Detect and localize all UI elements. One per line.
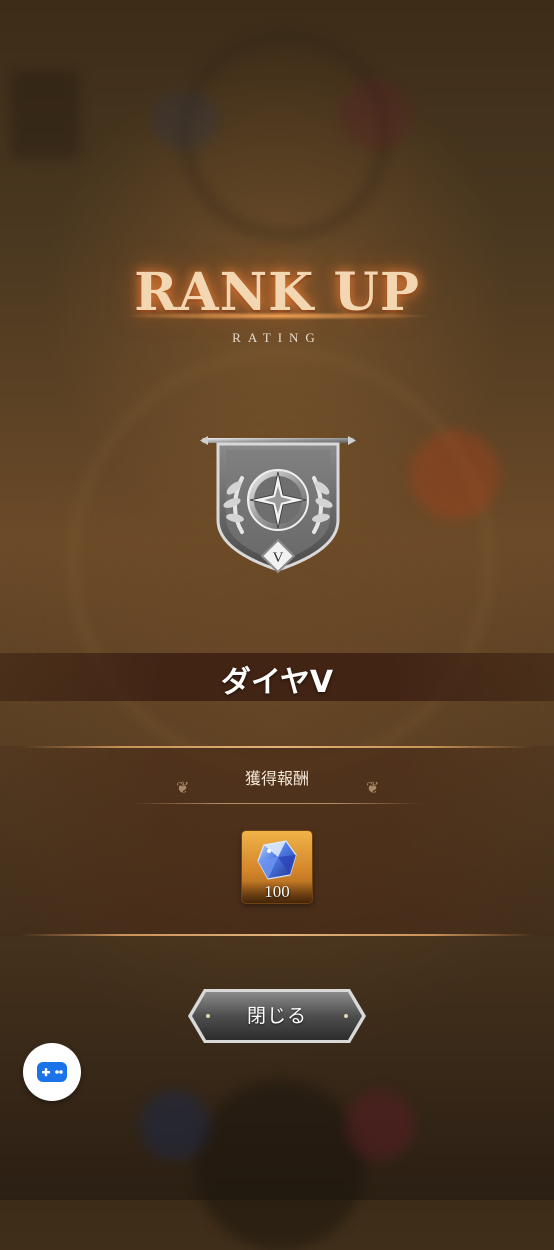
divider-bottom bbox=[20, 934, 534, 936]
divider-top bbox=[20, 746, 534, 748]
title-glow bbox=[120, 312, 434, 320]
gamepad-icon bbox=[37, 1062, 67, 1082]
close-label: 閉じる bbox=[246, 1005, 307, 1027]
reward-count: 100 bbox=[264, 882, 290, 901]
background-card bbox=[10, 70, 80, 160]
close-button[interactable]: 閉じる bbox=[186, 987, 368, 1045]
rank-emblem-icon: V bbox=[200, 436, 356, 574]
background-orb bbox=[410, 430, 500, 520]
label-underline bbox=[130, 803, 424, 804]
gamepad-button[interactable] bbox=[23, 1043, 81, 1101]
background-opponent-badge-left bbox=[150, 90, 220, 150]
reward-item-gem[interactable]: 100 bbox=[242, 831, 312, 903]
diamond-gem-icon bbox=[257, 840, 297, 880]
rank-name: ダイヤV bbox=[220, 665, 334, 700]
rating-subtitle: RATING bbox=[232, 330, 322, 345]
background-badge-left bbox=[140, 1090, 210, 1160]
reward-label: 獲得報酬 bbox=[244, 769, 309, 788]
emblem-rank-letter: V bbox=[273, 550, 284, 566]
background-opponent-badge-right bbox=[340, 80, 410, 150]
background-player-portrait bbox=[195, 1080, 365, 1250]
background-badge-right bbox=[345, 1090, 415, 1160]
